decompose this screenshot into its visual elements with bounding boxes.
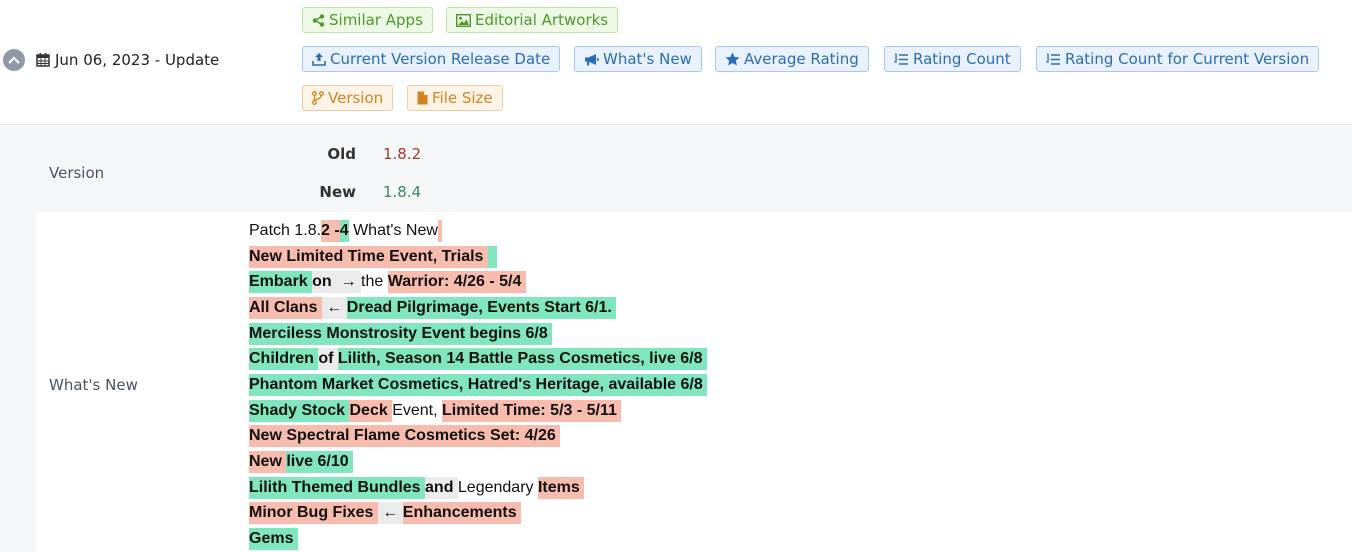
diff-line: Patch 1.8. 2 -4 What's New xyxy=(249,218,707,244)
whats-new-diff: Patch 1.8. 2 -4 What's New New Limited Ti… xyxy=(249,218,708,552)
removed-text xyxy=(437,219,443,242)
release-date-button[interactable]: Current Version Release Date xyxy=(302,46,561,72)
whats-new-row-label: What's New xyxy=(49,376,138,394)
chevron-up-icon xyxy=(8,56,20,64)
diff-line: Embark on → the Warrior: 4/26 - 5/4 xyxy=(249,269,707,295)
unchanged-token: → xyxy=(336,271,362,294)
added-text: Embark xyxy=(249,271,313,294)
diff-line: Minor Bug Fixes ← Enhancements xyxy=(249,501,707,527)
old-version-label: Old xyxy=(327,145,356,163)
removed-text: Enhancements xyxy=(402,502,522,525)
new-version-label: New xyxy=(319,183,356,201)
share-icon xyxy=(312,13,325,27)
rating-count-current-button[interactable]: Rating Count for Current Version xyxy=(1036,46,1320,72)
upload-icon xyxy=(312,53,326,66)
removed-text: 2 - xyxy=(321,219,340,242)
added-text: Shady Stock xyxy=(249,399,350,422)
diff-line: Merciless Monstrosity Event begins 6/8 xyxy=(249,321,707,347)
added-text: 4 xyxy=(339,219,349,242)
rating-count-current-label: Rating Count for Current Version xyxy=(1065,50,1310,68)
average-rating-label: Average Rating xyxy=(744,50,859,68)
diff-line: Children of Lilith, Season 14 Battle Pas… xyxy=(249,346,707,372)
diff-line: New Limited Time Event, Trials xyxy=(249,244,707,270)
megaphone-icon xyxy=(585,53,599,65)
whats-new-button[interactable]: What's New xyxy=(574,46,702,72)
diff-line: Gems xyxy=(249,526,707,552)
editorial-artworks-button[interactable]: Editorial Artworks xyxy=(446,7,619,33)
removed-text: Minor Bug Fixes xyxy=(249,502,378,525)
update-date-label: Jun 06, 2023 - Update xyxy=(55,51,220,69)
plain-text: Event, xyxy=(392,401,442,419)
calendar-icon xyxy=(36,53,50,67)
rating-count-label: Rating Count xyxy=(913,50,1011,68)
version-button[interactable]: Version xyxy=(302,85,394,111)
removed-text: All Clans xyxy=(249,296,322,319)
diff-line: New live 6/10 xyxy=(249,449,707,475)
image-icon xyxy=(456,13,471,27)
ordered-list-icon xyxy=(1046,53,1060,65)
plain-text: Patch 1.8. xyxy=(249,221,322,239)
plain-text: the xyxy=(361,273,388,291)
plain-text: What's New xyxy=(348,221,438,239)
removed-text: Warrior: 4/26 - 5/4 xyxy=(387,271,526,294)
version-row-label: Version xyxy=(49,164,105,182)
removed-text: Deck xyxy=(349,399,393,422)
removed-text: New Spectral Flame Cosmetics Set: 4/26 xyxy=(249,425,561,448)
added-text: Merciless Monstrosity Event begins 6/8 xyxy=(249,322,553,345)
similar-apps-button[interactable]: Similar Apps xyxy=(302,7,433,33)
removed-text: New xyxy=(249,451,287,474)
added-text xyxy=(487,245,497,268)
added-text: live 6/10 xyxy=(286,451,354,474)
removed-text: Limited Time: 5/3 - 5/11 xyxy=(442,399,622,422)
added-text: Lilith Themed Bundles xyxy=(249,476,426,499)
added-text: Phantom Market Cosmetics, Hatred's Herit… xyxy=(249,373,708,396)
removed-text: Items xyxy=(537,476,585,499)
unchanged-token: of xyxy=(318,348,338,371)
diff-line: New Spectral Flame Cosmetics Set: 4/26 xyxy=(249,424,707,450)
added-text: Lilith, Season 14 Battle Pass Cosmetics,… xyxy=(337,348,707,371)
removed-text: New Limited Time Event, Trials xyxy=(249,245,488,268)
version-row xyxy=(36,125,1352,212)
plain-text: Legendary xyxy=(457,478,538,496)
added-text: Gems xyxy=(249,528,298,551)
version-chip-label: Version xyxy=(328,89,384,107)
diff-line: All Clans ← Dread Pilgrimage, Events Sta… xyxy=(249,295,707,321)
unchanged-token: ← xyxy=(321,296,347,319)
similar-apps-label: Similar Apps xyxy=(329,11,423,29)
update-date: Jun 06, 2023 - Update xyxy=(36,49,219,71)
average-rating-button[interactable]: Average Rating xyxy=(715,46,869,72)
diff-line: Phantom Market Cosmetics, Hatred's Herit… xyxy=(249,372,708,398)
diff-line: Shady Stock Deck Event, Limited Time: 5/… xyxy=(249,398,707,424)
star-icon xyxy=(725,52,740,66)
file-icon xyxy=(417,91,428,105)
added-text: Dread Pilgrimage, Events Start 6/1. xyxy=(346,296,617,319)
unchanged-token: and xyxy=(425,476,458,499)
unchanged-token: ← xyxy=(377,502,403,525)
ordered-list-icon xyxy=(894,53,908,65)
diff-line: Lilith Themed Bundles and Legendary Item… xyxy=(249,475,707,501)
old-version-value: 1.8.2 xyxy=(383,145,422,163)
unchanged-token: on xyxy=(312,271,337,294)
file-size-button[interactable]: File Size xyxy=(407,85,503,111)
rating-count-button[interactable]: Rating Count xyxy=(884,46,1021,72)
collapse-button[interactable] xyxy=(3,49,25,71)
editorial-artworks-label: Editorial Artworks xyxy=(475,11,609,29)
added-text: Children xyxy=(249,348,319,371)
file-size-label: File Size xyxy=(432,89,493,107)
new-version-value: 1.8.4 xyxy=(383,183,422,201)
branch-icon xyxy=(312,91,324,105)
whats-new-label: What's New xyxy=(603,50,692,68)
release-date-label: Current Version Release Date xyxy=(330,50,551,68)
